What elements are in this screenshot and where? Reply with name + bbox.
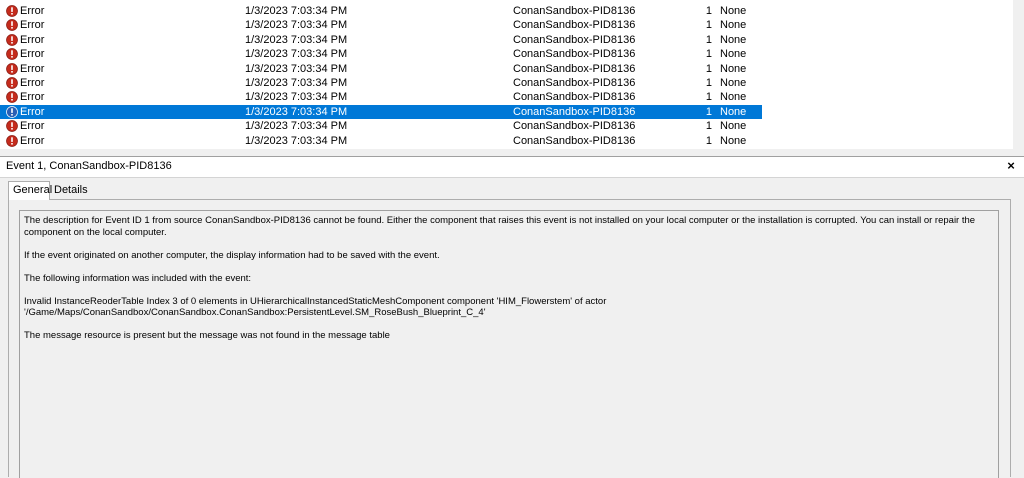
source-cell: ConanSandbox-PID8136: [513, 48, 636, 61]
event-id-cell: 1: [705, 33, 712, 46]
level-cell: Error: [20, 134, 45, 147]
event-row[interactable]: Error 1/3/2023 7:03:34 PM ConanSandbox-PID…: [0, 33, 762, 47]
level-cell: Error: [20, 105, 45, 118]
event-list[interactable]: Error 1/3/2023 7:03:34 PM ConanSandbox-PID…: [0, 0, 1013, 149]
task-category-cell: None: [720, 120, 747, 133]
level-cell: Error: [20, 33, 45, 46]
event-id-cell: 1: [705, 48, 712, 61]
level-cell: Error: [20, 5, 45, 17]
description-box[interactable]: The description for Event ID 1 from sour…: [19, 210, 999, 478]
error-icon: [6, 62, 18, 75]
level-cell: Error: [20, 48, 45, 61]
date-cell: 1/3/2023 7:03:34 PM: [245, 134, 348, 147]
date-cell: 1/3/2023 7:03:34 PM: [245, 19, 348, 32]
event-id-cell: 1: [705, 120, 712, 133]
date-cell: 1/3/2023 7:03:34 PM: [245, 120, 348, 133]
event-id-cell: 1: [705, 5, 712, 17]
error-icon: [6, 134, 18, 147]
event-id-cell: 1: [705, 105, 712, 118]
date-cell: 1/3/2023 7:03:34 PM: [245, 33, 348, 46]
level-cell: Error: [20, 91, 45, 104]
level-cell: Error: [20, 62, 45, 75]
source-cell: ConanSandbox-PID8136: [513, 62, 636, 75]
event-description: The description for Event ID 1 from sour…: [24, 215, 976, 341]
event-row[interactable]: Error 1/3/2023 7:03:34 PM ConanSandbox-PID…: [0, 47, 762, 61]
source-cell: ConanSandbox-PID8136: [513, 134, 636, 147]
date-cell: 1/3/2023 7:03:34 PM: [245, 91, 348, 104]
error-icon: [6, 120, 18, 133]
event-id-cell: 1: [705, 134, 712, 147]
tab-details[interactable]: Details: [50, 182, 90, 200]
detail-pane-header: Event 1, ConanSandbox-PID8136 ×: [0, 157, 1024, 178]
tab-general[interactable]: General: [8, 181, 52, 200]
level-cell: Error: [20, 120, 45, 133]
error-icon: [6, 105, 18, 118]
task-category-cell: None: [720, 62, 747, 75]
task-category-cell: None: [720, 105, 747, 118]
event-row[interactable]: Error 1/3/2023 7:03:34 PM ConanSandbox-PID…: [0, 119, 762, 133]
level-cell: Error: [20, 77, 45, 89]
event-row[interactable]: Error 1/3/2023 7:03:34 PM ConanSandbox-PID…: [0, 62, 762, 76]
event-row[interactable]: Error 1/3/2023 7:03:34 PM ConanSandbox-PID…: [0, 104, 762, 119]
source-cell: ConanSandbox-PID8136: [513, 105, 636, 118]
date-cell: 1/3/2023 7:03:34 PM: [245, 5, 348, 17]
error-icon: [6, 19, 18, 32]
task-category-cell: None: [720, 48, 747, 61]
error-icon: [6, 5, 18, 17]
error-icon: [6, 77, 18, 89]
task-category-cell: None: [720, 5, 747, 17]
source-cell: ConanSandbox-PID8136: [513, 120, 636, 133]
close-icon[interactable]: ×: [1004, 159, 1018, 173]
source-cell: ConanSandbox-PID8136: [513, 19, 636, 32]
event-row[interactable]: Error 1/3/2023 7:03:34 PM ConanSandbox-PID…: [0, 4, 762, 18]
task-category-cell: None: [720, 19, 747, 32]
task-category-cell: None: [720, 91, 747, 104]
task-category-cell: None: [720, 77, 747, 89]
event-id-cell: 1: [705, 91, 712, 104]
event-row[interactable]: Error 1/3/2023 7:03:34 PM ConanSandbox-PID…: [0, 18, 762, 32]
date-cell: 1/3/2023 7:03:34 PM: [245, 77, 348, 89]
event-row[interactable]: Error 1/3/2023 7:03:34 PM ConanSandbox-PID…: [0, 90, 762, 104]
detail-pane-title: Event 1, ConanSandbox-PID8136: [6, 160, 172, 172]
error-icon: [6, 48, 18, 61]
event-id-cell: 1: [705, 19, 712, 32]
source-cell: ConanSandbox-PID8136: [513, 91, 636, 104]
source-cell: ConanSandbox-PID8136: [513, 33, 636, 46]
event-id-cell: 1: [705, 77, 712, 89]
event-row[interactable]: Error 1/3/2023 7:03:34 PM ConanSandbox-PID…: [0, 76, 762, 90]
event-id-cell: 1: [705, 62, 712, 75]
task-category-cell: None: [720, 134, 747, 147]
error-icon: [6, 91, 18, 104]
date-cell: 1/3/2023 7:03:34 PM: [245, 62, 348, 75]
tab-general-panel: The description for Event ID 1 from sour…: [8, 199, 1011, 478]
level-cell: Error: [20, 19, 45, 32]
date-cell: 1/3/2023 7:03:34 PM: [245, 105, 348, 118]
task-category-cell: None: [720, 33, 747, 46]
error-icon: [6, 33, 18, 46]
event-row[interactable]: Error 1/3/2023 7:03:34 PM ConanSandbox-PID…: [0, 134, 762, 148]
source-cell: ConanSandbox-PID8136: [513, 5, 636, 17]
date-cell: 1/3/2023 7:03:34 PM: [245, 48, 348, 61]
pane-splitter[interactable]: [0, 149, 1024, 157]
vertical-scrollbar[interactable]: [1013, 0, 1024, 149]
source-cell: ConanSandbox-PID8136: [513, 77, 636, 89]
